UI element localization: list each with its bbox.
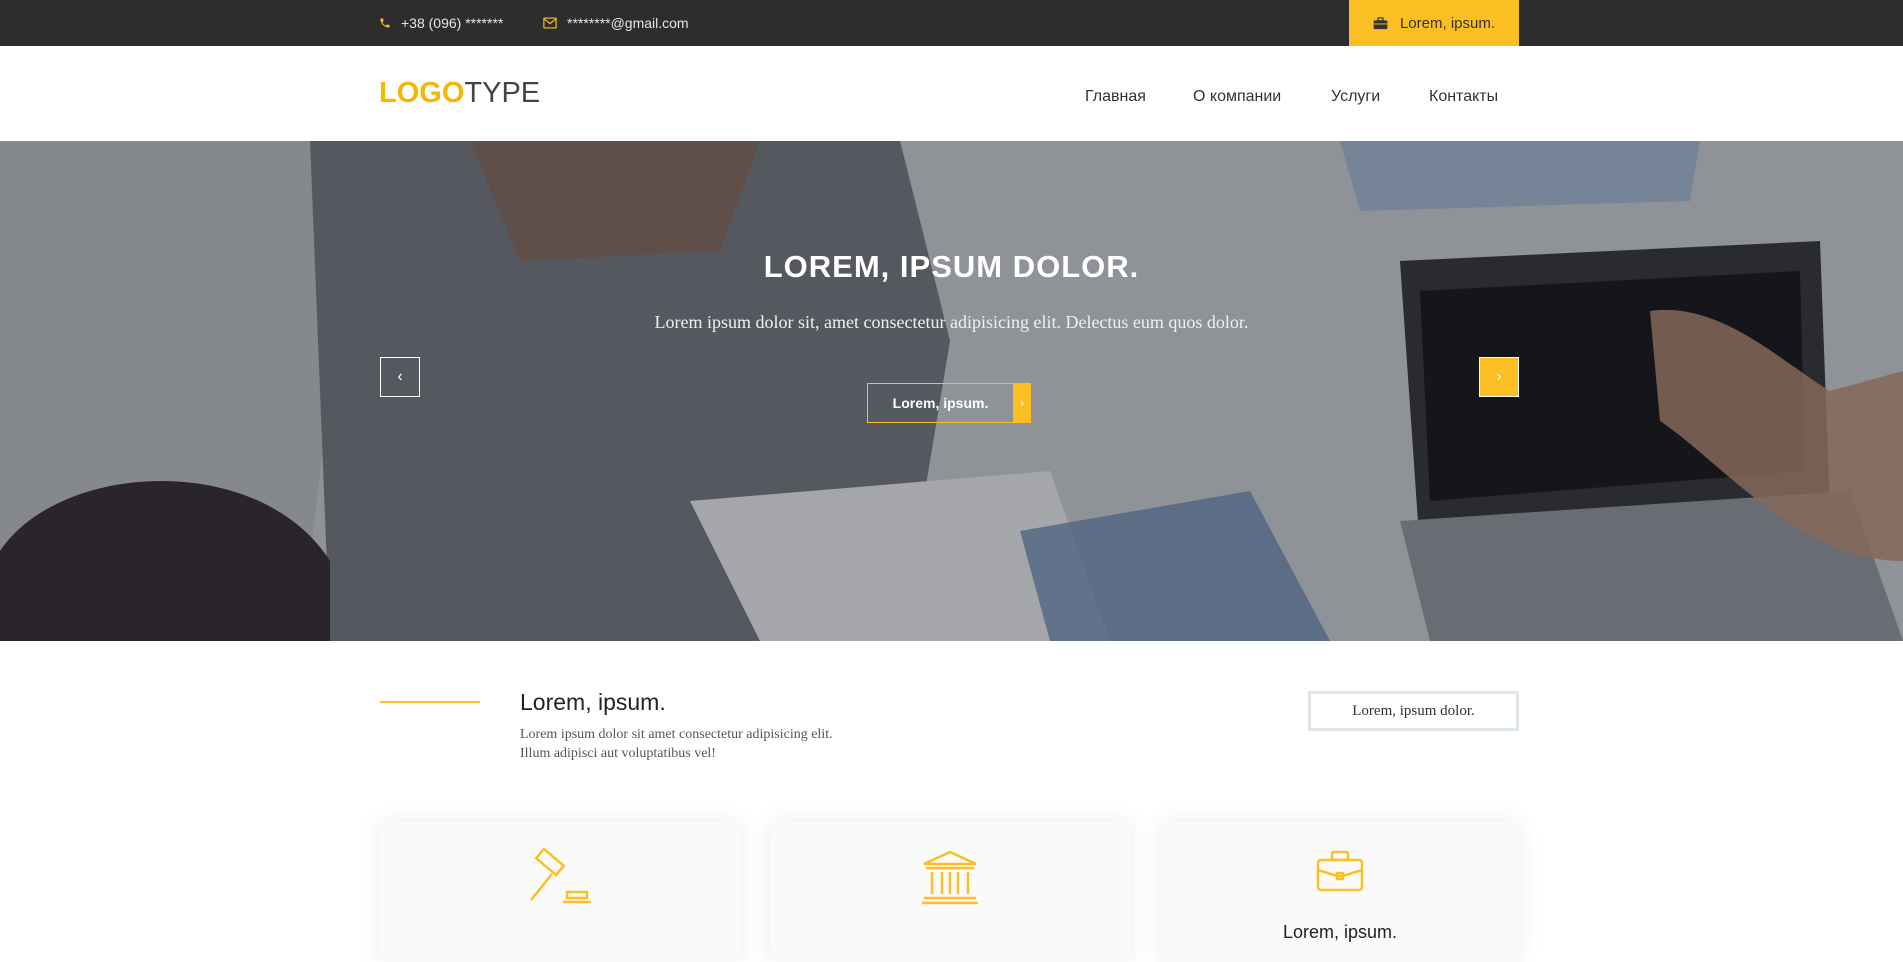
about-title: Lorem, ipsum. [520,689,666,715]
card-icon-wrap [380,848,740,906]
slider-next-button[interactable]: › [1479,357,1519,397]
top-cta-label: Lorem, ipsum. [1399,14,1496,32]
about-button[interactable]: Lorem, ipsum dolor. [1308,691,1519,731]
top-bar: +38 (096) ******* ********@gmail.com Lor… [0,0,1903,46]
nav-item-about[interactable]: О компании [1193,88,1281,106]
about-text: Lorem ipsum dolor sit amet consectetur a… [520,725,920,763]
email-contact[interactable]: ********@gmail.com [543,0,689,46]
service-card[interactable] [770,822,1130,962]
about-text-line: Illum adipisci aut voluptatibus vel! [520,746,716,761]
nav-item-home[interactable]: Главная [1085,88,1146,106]
chevron-left-icon: ‹ [397,368,403,385]
card-icon-wrap [770,848,1130,906]
bank-icon [922,850,978,905]
phone-number: +38 (096) ******* [401,15,504,31]
slider-prev-button[interactable]: ‹ [380,357,420,397]
logo-rest: TYPE [464,77,541,109]
gavel-icon [530,848,591,904]
about-text-line: Lorem ipsum dolor sit amet consectetur a… [520,727,833,742]
service-card[interactable]: Lorem, ipsum. [1160,822,1520,962]
phone-contact[interactable]: +38 (096) ******* [379,0,503,46]
chevron-right-icon: › [1496,368,1502,385]
service-card[interactable] [380,822,740,962]
email-address: ********@gmail.com [567,15,689,31]
phone-icon [380,18,390,28]
top-cta-button[interactable]: Lorem, ipsum. [1349,0,1519,46]
logo-highlight: LOGO [379,77,465,109]
card-label: Lorem, ipsum. [1282,922,1398,942]
site-header: LOGOTYPE Главная О компании Услуги Конта… [0,46,1903,141]
nav-item-services[interactable]: Услуги [1331,88,1380,106]
hero-slider: LOREM, IPSUM DOLOR. Lorem ipsum dolor si… [0,141,1903,641]
hero-subtitle: Lorem ipsum dolor sit, amet consectetur … [654,312,1249,332]
briefcase-icon [1373,16,1388,29]
envelope-icon [543,17,557,29]
nav-item-contacts[interactable]: Контакты [1429,88,1498,106]
hero-cta-button[interactable]: Lorem, ipsum. › [867,383,1031,423]
accent-divider [380,701,480,703]
hero-title: LOREM, IPSUM DOLOR. [763,249,1140,284]
site-logo[interactable]: LOGOTYPE [379,76,540,110]
hero-cta-label: Lorem, ipsum. [892,395,989,411]
card-icon-wrap [1160,848,1520,894]
briefcase-icon [1316,850,1364,892]
chevron-right-icon: › [1013,383,1031,423]
